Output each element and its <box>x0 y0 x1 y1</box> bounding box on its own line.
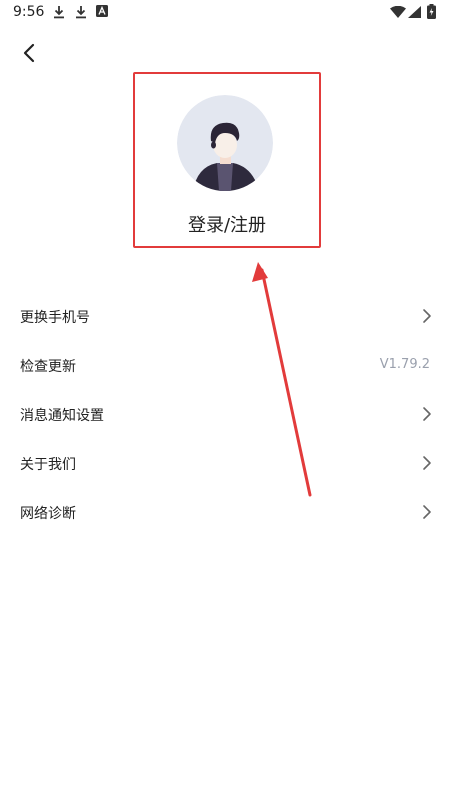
status-time: 9:56 <box>13 4 45 20</box>
status-bar: 9:56 <box>0 0 450 26</box>
menu-item-label: 关于我们 <box>20 457 76 473</box>
chevron-left-icon <box>23 43 35 63</box>
menu-item-label: 消息通知设置 <box>20 408 104 424</box>
chevron-right-icon <box>423 407 431 421</box>
settings-menu: 更换手机号 检查更新 V1.79.2 消息通知设置 关于我们 网络诊断 <box>0 292 450 537</box>
cellular-signal-icon <box>408 6 421 18</box>
menu-item-label: 检查更新 <box>20 359 76 375</box>
back-button[interactable] <box>14 38 44 68</box>
font-app-icon <box>96 5 108 17</box>
chevron-right-icon <box>423 456 431 470</box>
download-icon <box>76 6 86 19</box>
menu-item-notification-settings[interactable]: 消息通知设置 <box>0 390 450 439</box>
menu-item-label: 更换手机号 <box>20 310 90 326</box>
menu-item-label: 网络诊断 <box>20 506 76 522</box>
chevron-right-icon <box>423 505 431 519</box>
menu-item-check-update[interactable]: 检查更新 V1.79.2 <box>0 341 450 390</box>
chevron-right-icon <box>423 309 431 323</box>
menu-item-about-us[interactable]: 关于我们 <box>0 439 450 488</box>
settings-screen: 9:56 登录/注册 更换手机号 检查更新 V1.79.2 消息通知设置 关于我… <box>0 0 450 800</box>
menu-item-network-diagnosis[interactable]: 网络诊断 <box>0 488 450 537</box>
default-user-avatar-icon <box>177 95 273 191</box>
login-register-link[interactable]: 登录/注册 <box>133 211 321 237</box>
battery-charging-icon <box>427 4 436 19</box>
menu-item-change-phone[interactable]: 更换手机号 <box>0 292 450 341</box>
download-icon <box>54 6 64 19</box>
avatar[interactable] <box>177 95 273 191</box>
wifi-icon <box>390 6 406 18</box>
version-value: V1.79.2 <box>379 357 430 372</box>
